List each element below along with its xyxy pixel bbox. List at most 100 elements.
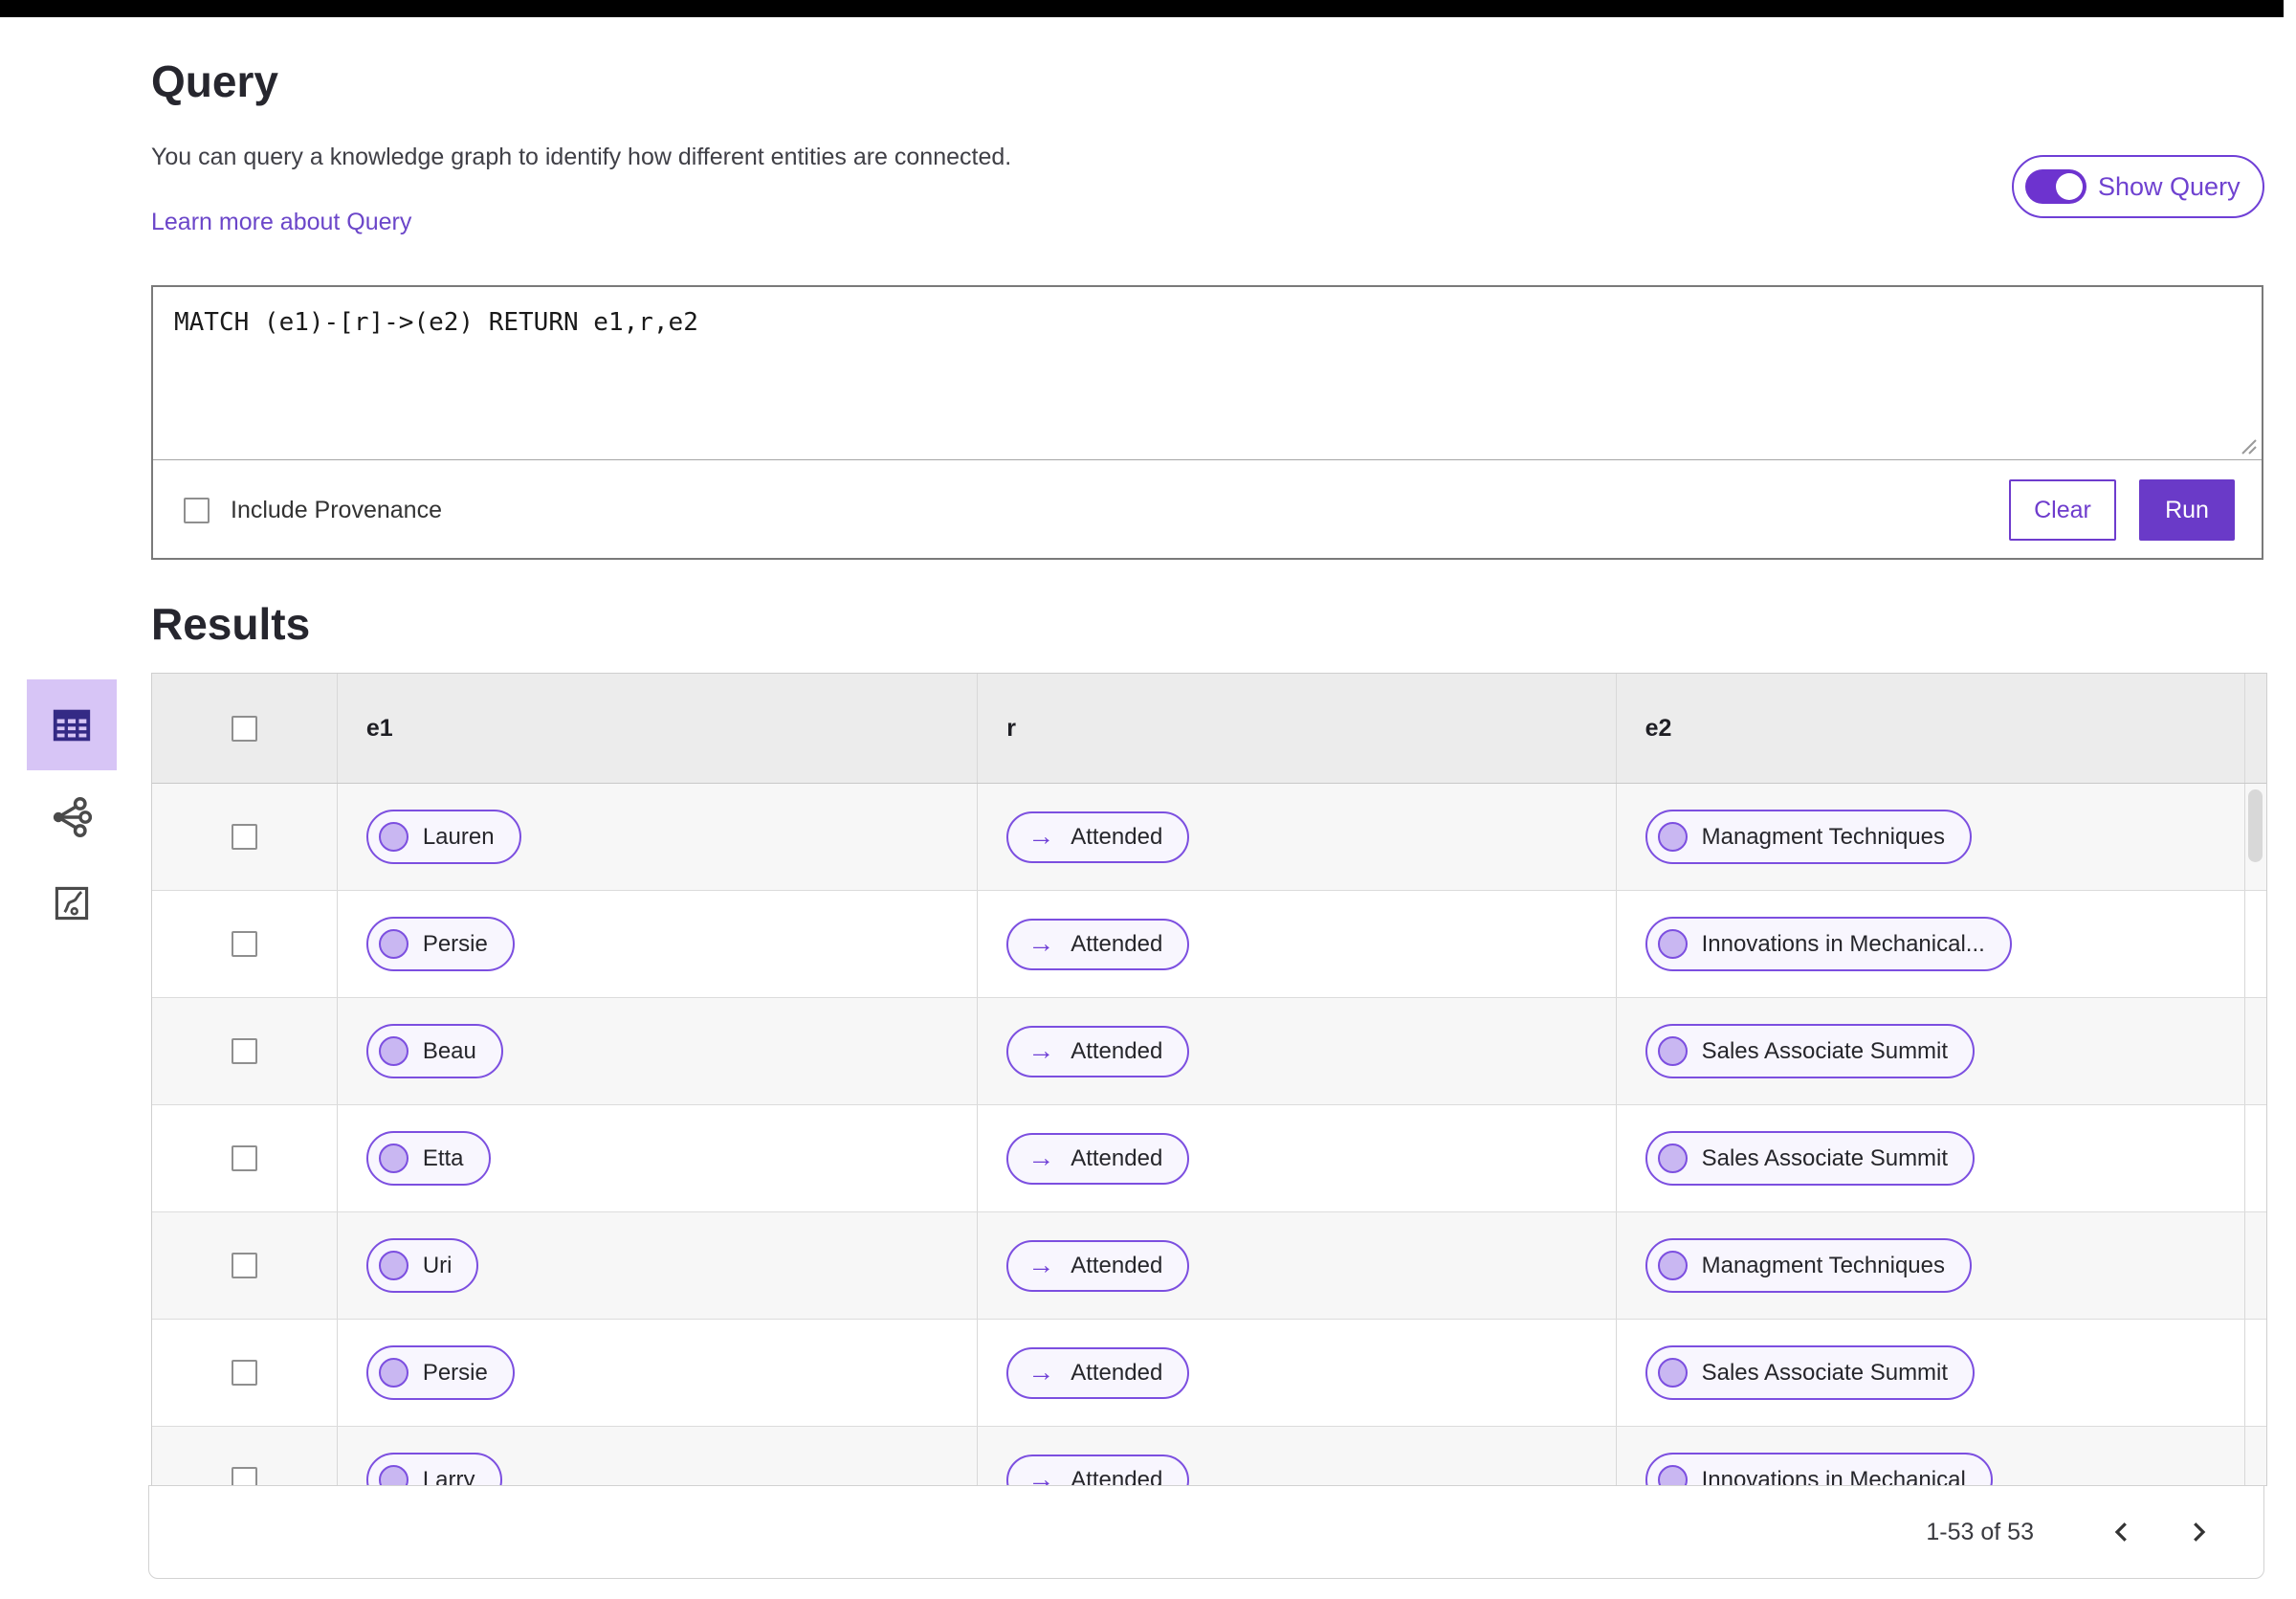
row-checkbox[interactable]: [231, 931, 257, 957]
row-checkbox[interactable]: [231, 1145, 257, 1171]
arrow-right-icon: →: [1027, 1463, 1055, 1486]
scrollbar-header-cell: [2245, 674, 2266, 783]
cell-e1: Larry: [338, 1427, 979, 1486]
arrow-right-icon: →: [1027, 1142, 1055, 1172]
cell-e2: Managment Techniques: [1617, 784, 2246, 890]
relation-pill[interactable]: → Attended: [1006, 1025, 1190, 1077]
arrow-right-icon: →: [1027, 927, 1055, 958]
row-select-cell: [152, 998, 338, 1104]
table-row: Etta → Attended Sales Associate Summit: [152, 1105, 2266, 1212]
entity-node-icon: [1657, 1036, 1688, 1066]
select-all-cell: [152, 674, 338, 783]
entity-node-icon: [1657, 1358, 1688, 1388]
row-checkbox[interactable]: [231, 824, 257, 850]
pagination-next-button[interactable]: [2177, 1511, 2219, 1553]
view-switch-table[interactable]: [27, 679, 117, 770]
entity-node-icon: [378, 822, 408, 852]
scrollbar-track-cell: [2245, 1212, 2266, 1319]
entity-node-icon: [1657, 822, 1688, 852]
column-header-e2: e2: [1617, 674, 2246, 783]
target-entity-pill[interactable]: Sales Associate Summit: [1645, 1131, 1976, 1186]
entity-pill[interactable]: Beau: [365, 1024, 503, 1078]
cell-r: → Attended: [978, 1320, 1617, 1426]
cell-e2: Sales Associate Summit: [1617, 1105, 2246, 1211]
target-entity-pill[interactable]: Sales Associate Summit: [1645, 1024, 1976, 1078]
target-entity-label: Sales Associate Summit: [1701, 1359, 1949, 1386]
cell-r: → Attended: [978, 784, 1617, 890]
chevron-left-icon: [2114, 1522, 2127, 1542]
relation-pill[interactable]: → Attended: [1006, 918, 1190, 970]
entity-pill[interactable]: Etta: [365, 1131, 491, 1186]
entity-label: Larry: [422, 1466, 475, 1486]
select-all-checkbox[interactable]: [231, 715, 257, 742]
entity-node-icon: [378, 1251, 408, 1280]
cell-e2: Innovations in Mechanical: [1617, 1427, 2246, 1485]
entity-pill[interactable]: Persie: [365, 1345, 515, 1400]
cell-e1: Etta: [338, 1105, 979, 1211]
show-query-toggle[interactable]: Show Query: [2012, 155, 2264, 218]
row-select-cell: [152, 1320, 338, 1426]
entity-label: Beau: [422, 1037, 476, 1064]
table-row: Larry → Attended Innovations in Mechanic…: [152, 1427, 2266, 1486]
arrow-right-icon: →: [1027, 1356, 1055, 1387]
row-checkbox[interactable]: [231, 1360, 257, 1386]
relation-pill[interactable]: → Attended: [1006, 1132, 1190, 1185]
scrollbar-track-cell: [2245, 1427, 2266, 1485]
view-switch-map[interactable]: [51, 882, 93, 924]
entity-node-icon: [378, 1358, 408, 1388]
entity-node-icon: [1657, 929, 1688, 959]
query-editor: MATCH (e1)-[r]->(e2) RETURN e1,r,e2: [153, 287, 2262, 460]
cell-e2: Sales Associate Summit: [1617, 998, 2246, 1104]
target-entity-pill[interactable]: Innovations in Mechanical...: [1645, 917, 2012, 971]
pagination-bar: 1-53 of 53: [148, 1485, 2264, 1579]
target-entity-pill[interactable]: Innovations in Mechanical: [1645, 1453, 1993, 1485]
query-page: Query You can query a knowledge graph to…: [0, 0, 2296, 1599]
column-label: r: [1006, 714, 1016, 742]
relation-pill[interactable]: → Attended: [1006, 1239, 1190, 1292]
resize-handle-icon[interactable]: [2235, 433, 2258, 455]
table-row: Persie → Attended Sales Associate Summit: [152, 1320, 2266, 1427]
toggle-track[interactable]: [2025, 169, 2086, 204]
chevron-right-icon: [2194, 1522, 2206, 1542]
column-label: e1: [365, 714, 393, 742]
row-checkbox[interactable]: [231, 1467, 257, 1485]
pagination-prev-button[interactable]: [2101, 1511, 2143, 1553]
row-select-cell: [152, 784, 338, 890]
relation-pill[interactable]: → Attended: [1006, 1454, 1190, 1486]
entity-pill[interactable]: Persie: [365, 917, 515, 971]
table-row: Beau → Attended Sales Associate Summit: [152, 998, 2266, 1105]
relation-pill[interactable]: → Attended: [1006, 1346, 1190, 1399]
target-entity-label: Managment Techniques: [1701, 823, 1945, 850]
clear-button[interactable]: Clear: [2009, 479, 2116, 541]
view-switch-graph[interactable]: [46, 792, 96, 842]
target-entity-label: Sales Associate Summit: [1701, 1037, 1949, 1064]
relation-label: Attended: [1071, 1144, 1163, 1171]
relation-label: Attended: [1071, 1359, 1163, 1386]
entity-label: Persie: [422, 930, 488, 957]
cell-e1: Uri: [338, 1212, 979, 1319]
include-provenance-checkbox[interactable]: [184, 497, 210, 523]
entity-label: Lauren: [422, 823, 495, 850]
entity-pill[interactable]: Larry: [365, 1453, 502, 1486]
table-row: Lauren → Attended Managment Techniques: [152, 784, 2266, 891]
query-input[interactable]: MATCH (e1)-[r]->(e2) RETURN e1,r,e2: [153, 287, 2262, 459]
entity-node-icon: [378, 1465, 408, 1485]
learn-more-link[interactable]: Learn more about Query: [151, 209, 411, 236]
target-entity-pill[interactable]: Managment Techniques: [1645, 810, 1972, 864]
table-scrollbar-thumb[interactable]: [2248, 789, 2263, 862]
scrollbar-track-cell: [2245, 998, 2266, 1104]
row-checkbox[interactable]: [231, 1038, 257, 1064]
run-button[interactable]: Run: [2139, 479, 2235, 541]
column-header-e1: e1: [338, 674, 979, 783]
entity-pill[interactable]: Lauren: [365, 810, 521, 864]
target-entity-pill[interactable]: Managment Techniques: [1645, 1238, 1972, 1293]
relation-pill[interactable]: → Attended: [1006, 811, 1190, 863]
entity-node-icon: [1657, 1251, 1688, 1280]
entity-label: Uri: [422, 1252, 453, 1278]
cell-e2: Innovations in Mechanical...: [1617, 891, 2246, 997]
target-entity-pill[interactable]: Sales Associate Summit: [1645, 1345, 1976, 1400]
entity-pill[interactable]: Uri: [365, 1238, 479, 1293]
results-title: Results: [151, 599, 311, 649]
cell-e1: Lauren: [338, 784, 979, 890]
row-checkbox[interactable]: [231, 1253, 257, 1278]
